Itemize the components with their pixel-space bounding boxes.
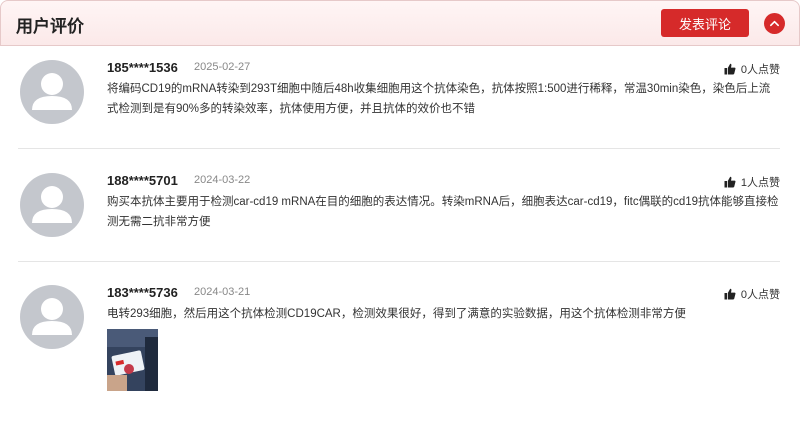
review-username: 183****5736 xyxy=(107,285,178,300)
review-date: 2025-02-27 xyxy=(194,61,251,73)
like-count: 0人点赞 xyxy=(740,289,780,301)
review-photo[interactable] xyxy=(107,329,158,391)
thumbs-up-icon xyxy=(724,288,736,300)
user-avatar-icon xyxy=(32,186,72,223)
collapse-button[interactable] xyxy=(764,13,785,34)
like-button[interactable]: 0人点赞 xyxy=(724,61,780,77)
review-item: 183****5736 2024-03-21 0人点赞 电转293细胞，然后用这… xyxy=(18,285,780,400)
review-text: 电转293细胞，然后用这个抗体检测CD19CAR，检测效果很好，得到了满意的实验… xyxy=(107,308,686,320)
like-count: 1人点赞 xyxy=(740,177,780,189)
avatar xyxy=(20,173,84,237)
review-date: 2024-03-21 xyxy=(194,286,251,298)
like-button[interactable]: 1人点赞 xyxy=(724,174,780,190)
like-button[interactable]: 0人点赞 xyxy=(724,286,780,302)
thumbs-up-icon xyxy=(724,63,736,75)
review-text: 购买本抗体主要用于检测car-cd19 mRNA在目的细胞的表达情况。转染mRN… xyxy=(107,196,779,228)
user-avatar-icon xyxy=(32,73,72,110)
reviews-header: 用户评价 发表评论 xyxy=(0,0,800,46)
review-text: 将编码CD19的mRNA转染到293T细胞中随后48h收集细胞用这个抗体染色，抗… xyxy=(107,83,771,115)
page-title: 用户评价 xyxy=(16,17,84,36)
user-avatar-icon xyxy=(32,298,72,335)
post-review-button[interactable]: 发表评论 xyxy=(661,9,749,37)
review-date: 2024-03-22 xyxy=(194,174,251,186)
avatar xyxy=(20,285,84,349)
review-item: 188****5701 2024-03-22 1人点赞 购买本抗体主要用于检测c… xyxy=(18,173,780,262)
chevron-up-icon xyxy=(770,20,779,27)
avatar xyxy=(20,60,84,124)
product-photo-image xyxy=(107,329,158,391)
review-username: 188****5701 xyxy=(107,173,178,188)
review-username: 185****1536 xyxy=(107,60,178,75)
like-count: 0人点赞 xyxy=(740,64,780,76)
review-item: 185****1536 2025-02-27 0人点赞 将编码CD19的mRNA… xyxy=(18,60,780,149)
thumbs-up-icon xyxy=(724,176,736,188)
